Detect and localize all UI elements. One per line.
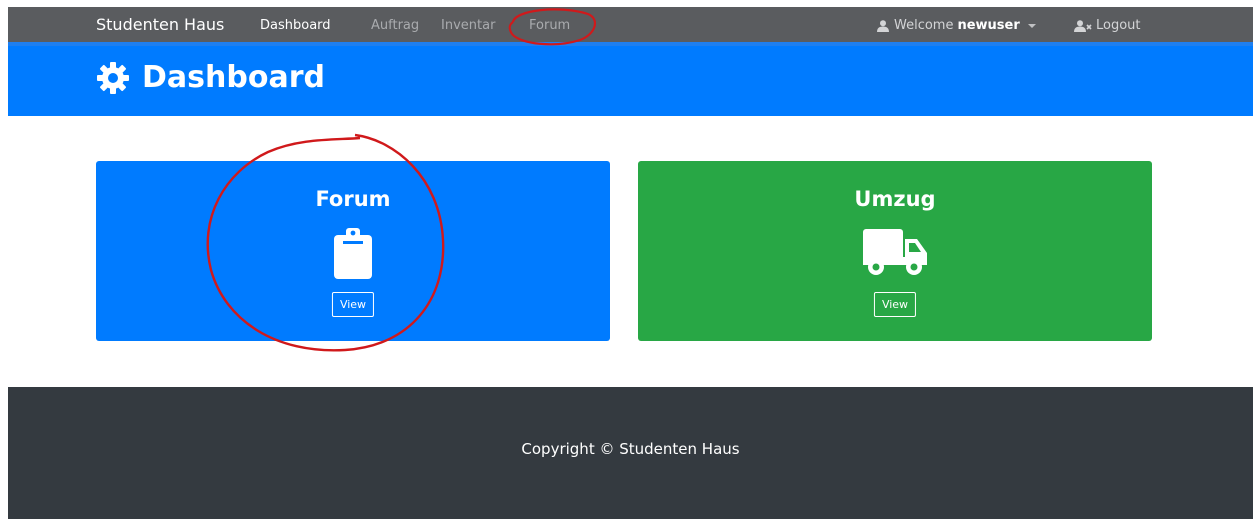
page-title: Dashboard [96, 60, 325, 95]
logout-label: Logout [1096, 18, 1141, 33]
navbar-container: Studenten Haus Dashboard Auftrag Inventa… [0, 0, 1253, 44]
nav-link-forum[interactable]: Forum [529, 18, 570, 33]
user-dropdown[interactable]: Welcome newuser [876, 18, 1036, 33]
truck-icon [863, 229, 927, 275]
copyright-text: Copyright © Studenten Haus [521, 440, 740, 458]
page-title-text: Dashboard [142, 60, 325, 95]
page-header: Dashboard [8, 46, 1253, 116]
nav-link-dashboard[interactable]: Dashboard [260, 18, 331, 33]
chevron-down-icon [1027, 23, 1036, 28]
umzug-card-title: Umzug [854, 187, 936, 211]
brand-link[interactable]: Studenten Haus [96, 15, 224, 34]
forum-view-button[interactable]: View [331, 292, 375, 317]
forum-card-title: Forum [315, 187, 391, 211]
umzug-view-button[interactable]: View [873, 292, 917, 317]
footer: Copyright © Studenten Haus [8, 387, 1253, 519]
clipboard-icon [334, 228, 372, 279]
cog-icon [97, 61, 129, 94]
navbar: Studenten Haus Dashboard Auftrag Inventa… [8, 7, 1253, 44]
nav-link-auftrag[interactable]: Auftrag [371, 18, 419, 33]
forum-card: Forum View [96, 161, 610, 341]
username-label: newuser [957, 18, 1020, 33]
umzug-card: Umzug View [638, 161, 1152, 341]
logout-link[interactable]: Logout [1074, 18, 1141, 33]
user-times-icon [1074, 19, 1092, 32]
nav-link-inventar[interactable]: Inventar [441, 18, 495, 33]
welcome-label: Welcome [894, 18, 954, 33]
user-icon [877, 19, 889, 32]
